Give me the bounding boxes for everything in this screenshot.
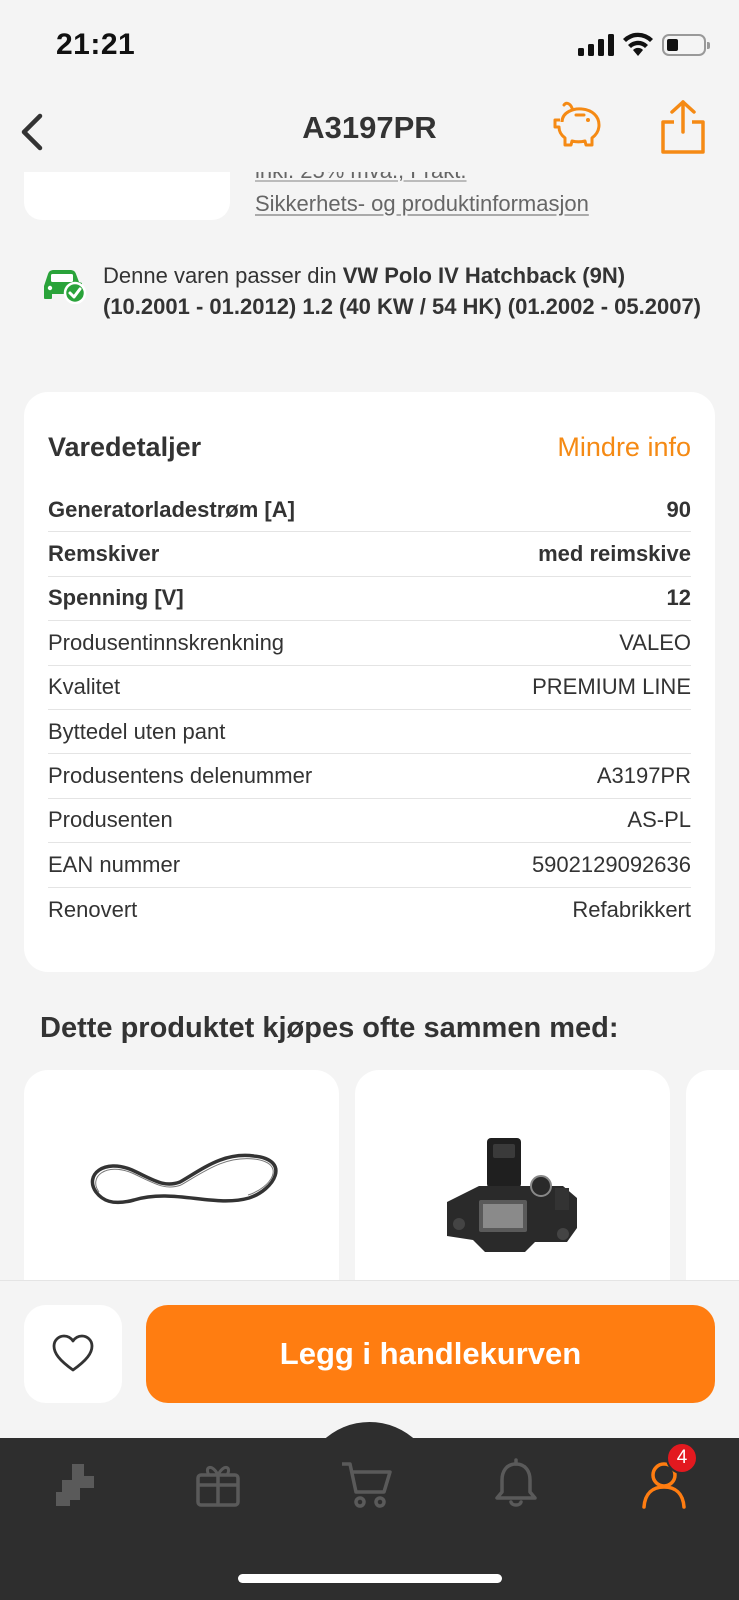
action-bar: Legg i handlekurven <box>0 1280 739 1438</box>
row-label: Byttedel uten pant <box>48 718 226 744</box>
row-value: VALEO <box>619 629 691 655</box>
row-label: Produsentens delenummer <box>48 763 313 789</box>
heart-icon <box>52 1334 94 1372</box>
details-row: Spenning [V] 12 <box>48 577 691 622</box>
tab-profile[interactable]: 4 <box>634 1442 698 1514</box>
row-label: Produsentinnskrenkning <box>48 629 285 655</box>
status-bar: 21:21 <box>0 0 739 92</box>
bought-together-title: Dette produktet kjøpes ofte sammen med: <box>40 1012 619 1044</box>
tab-cart[interactable] <box>338 1454 398 1514</box>
nav-bar: A3197PR <box>0 92 739 172</box>
row-label: Kvalitet <box>48 674 121 700</box>
row-value: PREMIUM LINE <box>532 674 691 700</box>
details-row: Remskiver med reimskive <box>48 532 691 577</box>
details-row: Kvalitet PREMIUM LINE <box>48 666 691 710</box>
page-title: A3197PR <box>302 110 437 145</box>
details-row: Produsentens delenummer A3197PR <box>48 754 691 799</box>
battery-icon <box>662 34 710 56</box>
home-indicator <box>238 1574 502 1583</box>
row-value: Refabrikkert <box>572 896 691 922</box>
add-to-cart-button[interactable]: Legg i handlekurven <box>146 1305 715 1403</box>
row-value: AS-PL <box>627 807 691 833</box>
tab-notifications[interactable] <box>486 1454 546 1514</box>
share-icon[interactable] <box>658 98 708 156</box>
tab-parts[interactable] <box>44 1454 104 1514</box>
product-details-card: Varedetaljer Mindre info Generatorladest… <box>24 392 715 972</box>
wishlist-button[interactable] <box>24 1305 122 1403</box>
piggy-bank-icon[interactable] <box>552 100 606 154</box>
row-value: 12 <box>666 585 691 611</box>
details-table: Generatorladestrøm [A] 90 Remskiver med re… <box>48 488 691 932</box>
row-value: A3197PR <box>596 763 691 789</box>
status-time: 21:21 <box>56 28 136 61</box>
less-info-button[interactable]: Mindre info <box>557 432 691 463</box>
safety-info-link[interactable]: Sikkerhets- og produktinformasjon <box>255 191 589 217</box>
details-row: Produsenten AS-PL <box>48 799 691 844</box>
cart-icon <box>342 1462 392 1508</box>
gift-icon <box>196 1466 240 1507</box>
row-value: 5902129092636 <box>531 851 691 877</box>
fitment-message: Denne varen passer din VW Polo IV Hatchb… <box>103 260 713 322</box>
details-row: Produsentinnskrenkning VALEO <box>48 621 691 666</box>
parts-icon <box>56 1464 94 1506</box>
wifi-icon <box>623 32 653 56</box>
bell-icon <box>495 1458 537 1507</box>
details-row: Generatorladestrøm [A] 90 <box>48 488 691 533</box>
row-label: Spenning [V] <box>48 585 184 611</box>
details-title: Varedetaljer <box>48 432 202 462</box>
cellular-signal-icon <box>578 34 614 56</box>
details-row: Byttedel uten pant <box>48 710 691 755</box>
details-row: EAN nummer 5902129092636 <box>48 843 691 888</box>
row-label: Renovert <box>48 896 138 922</box>
row-value: 90 <box>666 496 691 522</box>
row-label: Generatorladestrøm [A] <box>48 496 295 522</box>
profile-badge: 4 <box>666 1442 698 1474</box>
car-check-icon <box>44 270 87 304</box>
row-value: med reimskive <box>538 541 691 567</box>
row-label: Produsenten <box>48 807 173 833</box>
row-label: Remskiver <box>48 541 160 567</box>
tab-offers[interactable] <box>188 1454 248 1514</box>
fitment-prefix: Denne varen passer din <box>103 263 343 288</box>
row-label: EAN nummer <box>48 851 181 877</box>
details-row: Renovert Refabrikkert <box>48 888 691 932</box>
